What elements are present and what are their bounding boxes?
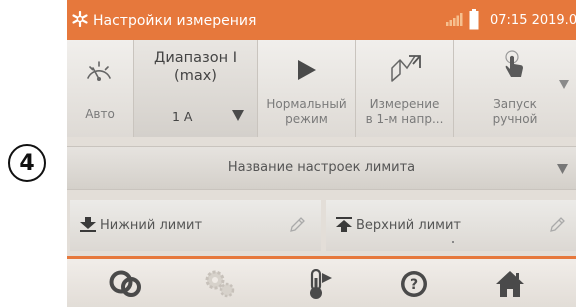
settings-icon[interactable] <box>204 269 236 299</box>
auto-range-button[interactable]: Авто <box>67 40 134 137</box>
measurement-label-line2: в 1-м напр... <box>365 112 444 126</box>
signal-icon <box>446 13 463 26</box>
limit-settings-dropdown[interactable]: Название настроек лимита <box>67 146 576 190</box>
upper-limit-label: Верхний лимит <box>356 218 461 233</box>
dropdown-arrow-icon <box>557 164 568 174</box>
play-icon <box>298 60 316 80</box>
screen-title: Настройки измерения <box>93 13 257 29</box>
datetime: 07:15 2019.02.11 <box>490 13 576 28</box>
lower-limit-label: Нижний лимит <box>100 218 203 233</box>
home-icon[interactable] <box>494 269 526 299</box>
help-icon[interactable]: ? <box>399 269 429 299</box>
mode-label-line1: Нормальный <box>266 97 347 111</box>
hand-icon <box>505 50 523 77</box>
screen-speck <box>452 241 454 243</box>
measurement-label-line1: Измерение <box>369 97 440 111</box>
start-label-line2: ручной <box>492 112 538 126</box>
status-bar: Настройки измерения 07:15 2019.02.11 <box>67 0 576 40</box>
normal-mode-button[interactable]: Нормальный режим <box>258 40 356 137</box>
upper-limit-field[interactable]: Верхний лимит <box>326 200 576 251</box>
battery-icon <box>469 9 479 30</box>
limit-settings-label: Название настроек лимита <box>227 160 416 175</box>
device-screen: Настройки измерения 07:15 2019.02.11 Авт <box>67 0 576 307</box>
range-title-line1: Диапазон I <box>154 50 237 66</box>
pencil-icon[interactable] <box>548 216 566 234</box>
current-range-selector[interactable]: Диапазон I (max) 1 А <box>134 40 258 137</box>
auto-range-icon <box>87 61 111 81</box>
step-number-badge: 4 <box>8 144 46 182</box>
dropdown-arrow-icon <box>232 110 244 121</box>
logo-icon <box>72 11 88 27</box>
temperature-icon[interactable] <box>305 269 335 301</box>
arrow-up-icon <box>336 217 352 232</box>
measurement-direction-button[interactable]: Измерение в 1-м напр... <box>356 40 454 137</box>
lower-limit-field[interactable]: Нижний лимит <box>70 200 321 251</box>
measurement-direction-icon <box>391 55 421 82</box>
start-mode-button[interactable]: Запуск ручной <box>454 40 576 137</box>
range-value: 1 А <box>172 109 193 124</box>
dropdown-arrow-icon <box>559 80 569 89</box>
arrow-down-icon <box>80 217 96 232</box>
bottom-navigation-bar: ? <box>67 259 576 307</box>
mode-label-line2: режим <box>285 112 328 126</box>
pencil-icon[interactable] <box>288 216 306 234</box>
start-label-line1: Запуск <box>493 97 537 111</box>
step-number: 4 <box>19 150 35 176</box>
measurement-mode-icon[interactable] <box>107 269 143 299</box>
auto-range-label: Авто <box>85 107 115 121</box>
svg-text:?: ? <box>410 277 418 293</box>
range-title-line2: (max) <box>174 68 217 84</box>
